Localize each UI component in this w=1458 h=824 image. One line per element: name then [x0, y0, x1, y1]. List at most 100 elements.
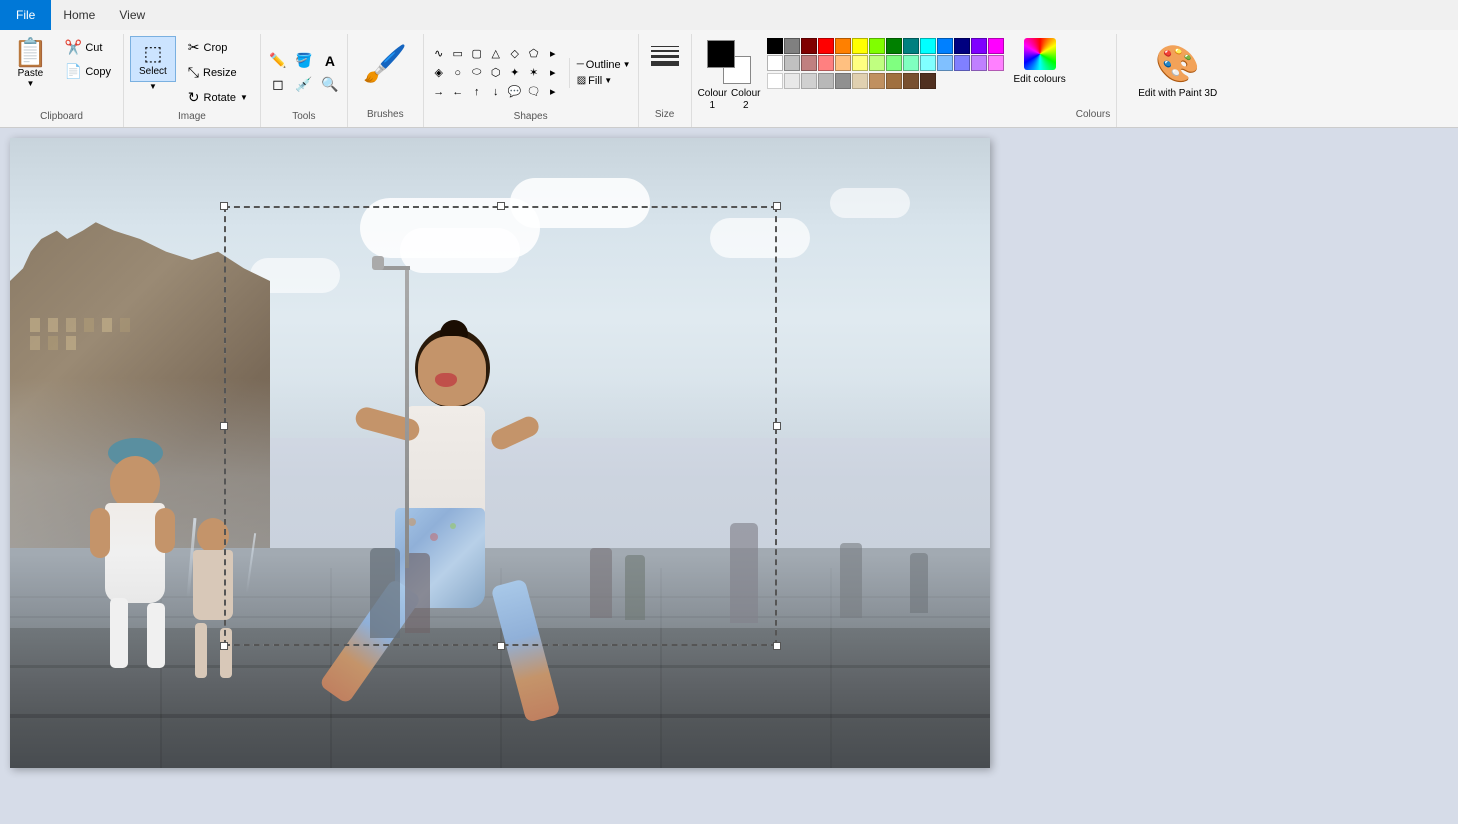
pencil-tool[interactable]: ✏️ [267, 50, 289, 72]
shape-diamond[interactable]: ◇ [506, 45, 524, 63]
swatch-lime[interactable] [869, 38, 885, 54]
shape-oval[interactable]: ⬭ [468, 64, 486, 82]
bg-person-1 [370, 548, 400, 638]
swatch-lightblue[interactable] [937, 55, 953, 71]
image-canvas[interactable] [10, 138, 990, 768]
swatch-e10[interactable] [920, 73, 936, 89]
swatch-magenta[interactable] [988, 38, 1004, 54]
outline-button[interactable]: ─ Outline ▼ [576, 58, 632, 72]
lamp-head [372, 256, 384, 270]
handle-ml[interactable] [220, 422, 228, 430]
select-button[interactable]: ⬚ Select [130, 36, 176, 82]
shape-callout1[interactable]: 💬 [506, 83, 524, 101]
swatch-skyblue[interactable] [937, 38, 953, 54]
size-line-3[interactable] [651, 55, 679, 58]
colour1-box[interactable] [707, 40, 735, 68]
shape-pentagon[interactable]: ⬠ [525, 45, 543, 63]
swatch-e5[interactable] [835, 73, 851, 89]
handle-bl[interactable] [220, 642, 228, 650]
magnifier-tool[interactable]: 🔍 [319, 74, 341, 96]
swatch-e7[interactable] [869, 73, 885, 89]
swatch-navy[interactable] [954, 38, 970, 54]
handle-tl[interactable] [220, 202, 228, 210]
shape-scroll2[interactable]: ▸ [544, 64, 562, 82]
brushes-button[interactable]: 🖌️ [358, 38, 413, 90]
swatch-lightyellow[interactable] [852, 55, 868, 71]
swatch-white[interactable] [767, 55, 783, 71]
size-line-2[interactable] [651, 50, 679, 52]
swatch-e4[interactable] [818, 73, 834, 89]
swatch-lightgreen[interactable] [886, 55, 902, 71]
shape-scroll3[interactable]: ▸ [544, 83, 562, 101]
swatch-green[interactable] [886, 38, 902, 54]
handle-tm[interactable] [497, 202, 505, 210]
copy-button[interactable]: 📄 Copy [59, 60, 117, 83]
handle-bm[interactable] [497, 642, 505, 650]
eraser-tool[interactable]: ◻ [267, 74, 289, 96]
swatch-red[interactable] [818, 38, 834, 54]
swatch-darkred[interactable] [801, 38, 817, 54]
home-menu[interactable]: Home [51, 0, 107, 30]
shape-arrow-l[interactable]: ← [449, 83, 467, 101]
shape-star6[interactable]: ✶ [525, 64, 543, 82]
swatch-black[interactable] [767, 38, 783, 54]
swatch-e1[interactable] [767, 73, 783, 89]
shape-callout2[interactable]: 🗨 [525, 83, 543, 101]
shape-poly3[interactable]: △ [487, 45, 505, 63]
handle-br[interactable] [773, 642, 781, 650]
text-tool[interactable]: A [319, 50, 341, 72]
swatch-mint[interactable] [903, 55, 919, 71]
fill-tool[interactable]: 🪣 [293, 50, 315, 72]
shape-hexagon[interactable]: ⬡ [487, 64, 505, 82]
shape-rect[interactable]: ▭ [449, 45, 467, 63]
shape-arrow-u[interactable]: ↑ [468, 83, 486, 101]
swatch-purple[interactable] [971, 38, 987, 54]
resize-button[interactable]: ⤡ Resize [182, 61, 254, 84]
colorpicker-tool[interactable]: 💉 [293, 74, 315, 96]
size-line-4[interactable] [651, 61, 679, 66]
swatch-violet[interactable] [971, 55, 987, 71]
swatch-gray[interactable] [784, 38, 800, 54]
rainbow-icon[interactable] [1024, 38, 1056, 70]
shape-curve[interactable]: ∿ [430, 45, 448, 63]
shape-arrow-r[interactable]: → [430, 83, 448, 101]
shape-diamond2[interactable]: ◈ [430, 64, 448, 82]
swatch-lightcyan[interactable] [920, 55, 936, 71]
swatch-mauve[interactable] [801, 55, 817, 71]
rotate-button[interactable]: ↻ Rotate ▼ [182, 86, 254, 109]
shape-arrow-scroll[interactable]: ▸ [544, 45, 562, 63]
swatch-lightmagenta[interactable] [988, 55, 1004, 71]
swatch-peach[interactable] [835, 55, 851, 71]
swatch-yellow[interactable] [852, 38, 868, 54]
paste-button[interactable]: 📋 Paste ▼ [6, 36, 55, 91]
swatch-e3[interactable] [801, 73, 817, 89]
paint3d-button[interactable]: 🎨 Edit with Paint 3D [1129, 38, 1226, 105]
shape-roundrect[interactable]: ▢ [468, 45, 486, 63]
swatch-periwinkle[interactable] [954, 55, 970, 71]
swatch-e8[interactable] [886, 73, 902, 89]
swatch-teal[interactable] [903, 38, 919, 54]
swatch-lightlime[interactable] [869, 55, 885, 71]
select-dropdown-icon[interactable]: ▼ [149, 82, 157, 91]
swatch-cyan[interactable] [920, 38, 936, 54]
edit-colours-button[interactable]: Edit colours [1014, 74, 1066, 86]
swatch-e9[interactable] [903, 73, 919, 89]
size-line-1[interactable] [651, 46, 679, 47]
swatch-lightred[interactable] [818, 55, 834, 71]
swatch-silver[interactable] [784, 55, 800, 71]
view-menu[interactable]: View [107, 0, 157, 30]
swatch-orange[interactable] [835, 38, 851, 54]
shape-star4[interactable]: ✦ [506, 64, 524, 82]
cut-button[interactable]: ✂️ Cut [59, 36, 117, 59]
fill-button[interactable]: ▨ Fill ▼ [576, 74, 632, 88]
shape-arrow-d[interactable]: ↓ [487, 83, 505, 101]
main-child [340, 318, 570, 738]
handle-mr[interactable] [773, 422, 781, 430]
file-menu[interactable]: File [0, 0, 51, 30]
size-selector[interactable] [647, 38, 683, 74]
shape-circle[interactable]: ○ [449, 64, 467, 82]
crop-button[interactable]: ✂ Crop [182, 36, 254, 59]
swatch-e6[interactable] [852, 73, 868, 89]
handle-tr[interactable] [773, 202, 781, 210]
swatch-e2[interactable] [784, 73, 800, 89]
